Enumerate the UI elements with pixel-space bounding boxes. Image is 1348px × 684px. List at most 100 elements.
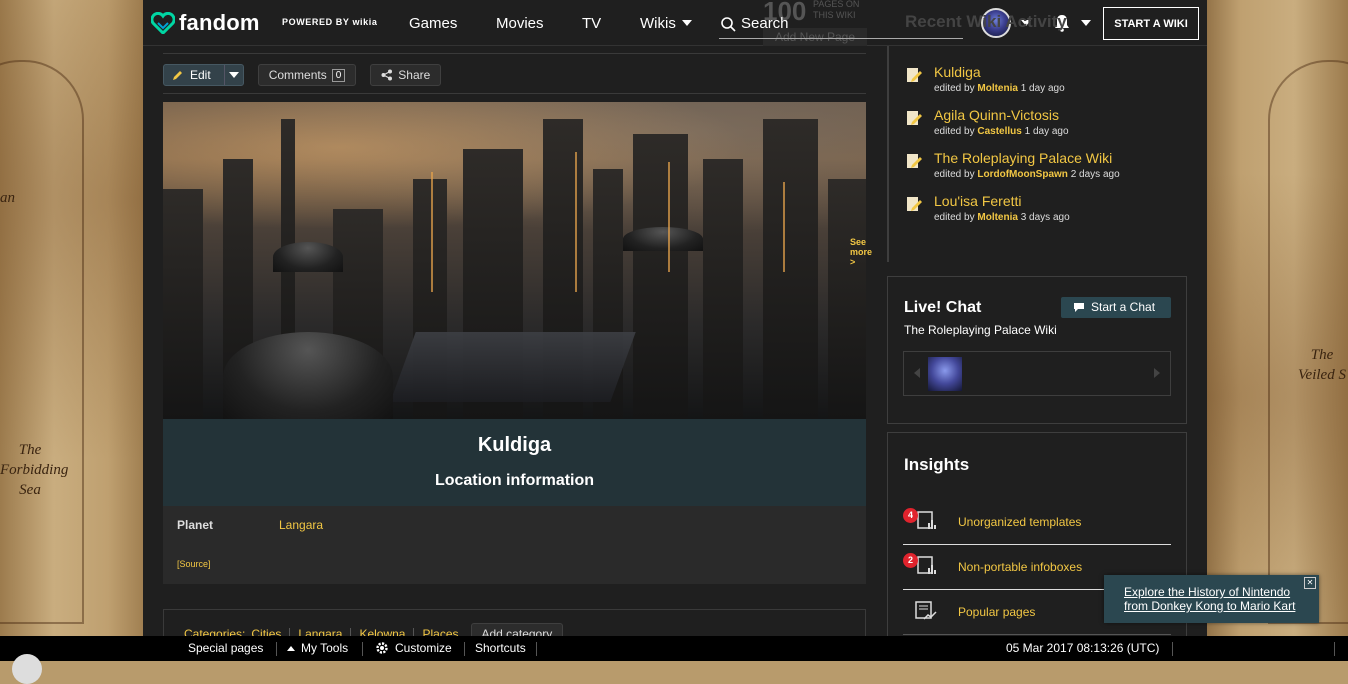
search-icon [721, 17, 736, 32]
customize-link[interactable]: Customize [375, 641, 452, 655]
building [703, 159, 743, 419]
close-icon[interactable]: ✕ [1304, 577, 1316, 589]
activity-user-link[interactable]: Moltenia [977, 83, 1018, 94]
light [668, 162, 670, 272]
share-icon [381, 69, 393, 81]
comments-count: 0 [331, 68, 346, 82]
infobox-planet-label: Planet [177, 518, 214, 532]
activity-time: 1 day ago [1024, 126, 1069, 137]
edit-page-icon [907, 154, 922, 168]
fandom-logo[interactable]: fandom [151, 10, 260, 36]
page-action-bar: Edit Comments 0 Share [163, 64, 442, 86]
pencil-icon [173, 71, 182, 80]
edit-dropdown-button[interactable] [223, 65, 243, 85]
chat-wiki-name: The Roleplaying Palace Wiki [904, 323, 1057, 337]
building [633, 134, 688, 419]
insights-badge: 4 [903, 508, 918, 523]
chevron-up-icon [287, 645, 295, 651]
toolbar-timestamp: 05 Mar 2017 08:13:26 (UTC) [1006, 641, 1159, 655]
activity-prefix: edited by [934, 83, 975, 94]
chevron-left-icon[interactable] [914, 368, 920, 378]
building [828, 179, 866, 419]
divider [276, 642, 277, 656]
edit-page-icon [907, 111, 922, 125]
divider [536, 642, 537, 656]
comments-label: Comments [268, 68, 327, 82]
special-pages-label: Special pages [188, 641, 264, 655]
insights-label: Popular pages [958, 605, 1036, 619]
start-chat-button[interactable]: Start a Chat [1061, 297, 1171, 318]
share-button[interactable]: Share [370, 64, 442, 86]
dome [223, 332, 393, 419]
activity-page-link[interactable]: Agila Quinn-Victosis [934, 107, 1059, 123]
building [163, 189, 203, 419]
timestamp-label: 05 Mar 2017 08:13:26 (UTC) [1006, 641, 1160, 655]
infobox-subtitle: Location information [163, 461, 866, 506]
light [783, 182, 785, 272]
activity-time: 1 day ago [1020, 83, 1065, 94]
divider [163, 53, 866, 54]
divider [362, 642, 363, 656]
infobox-source-link[interactable]: [Source] [177, 559, 211, 569]
edit-button[interactable]: Edit [163, 64, 244, 86]
nav-wikis[interactable]: Wikis [640, 15, 692, 32]
wikia-toolbar: Special pages My Tools Customize Shortcu… [0, 636, 1348, 684]
insights-label: Non-portable infoboxes [958, 560, 1083, 574]
promo-notification: Explore the History of Nintendo from Don… [1104, 575, 1319, 623]
infobox-planet-link[interactable]: Langara [279, 518, 323, 532]
edit-page-icon [907, 68, 922, 82]
nav-tv[interactable]: TV [582, 15, 601, 32]
activity-page-link[interactable]: Lou'isa Feretti [934, 193, 1022, 209]
special-pages-link[interactable]: Special pages [188, 641, 263, 655]
edit-button-content: Edit [164, 65, 219, 85]
nav-games[interactable]: Games [409, 15, 457, 32]
activity-user-link[interactable]: Castellus [977, 126, 1021, 137]
activity-prefix: edited by [934, 212, 975, 223]
activity-page-link[interactable]: The Roleplaying Palace Wiki [934, 150, 1112, 166]
see-more-link[interactable]: See more > [850, 237, 872, 267]
activity-user-link[interactable]: Moltenia [977, 212, 1018, 223]
activity-user-link[interactable]: LordofMoonSpawn [977, 169, 1068, 180]
promo-link[interactable]: Explore the History of Nintendo from Don… [1124, 585, 1309, 613]
insights-item[interactable]: 4 Unorganized templates [903, 501, 1171, 545]
insights-label: Unorganized templates [958, 515, 1082, 529]
hero-image[interactable] [163, 102, 866, 419]
my-tools-label: My Tools [301, 641, 349, 655]
divider [464, 642, 465, 656]
dome [273, 242, 343, 272]
categories-bar: Categories: Cities Langara Kelowna Place… [163, 609, 866, 645]
nav-movies[interactable]: Movies [496, 15, 544, 32]
chat-users-carousel [903, 351, 1171, 396]
comments-button[interactable]: Comments 0 [257, 64, 357, 86]
map-label: The Veiled S [1298, 347, 1346, 383]
activity-page-link[interactable]: Kuldiga [934, 64, 981, 80]
start-chat-label: Start a Chat [1091, 300, 1156, 314]
chevron-down-icon [681, 20, 692, 26]
divider [163, 93, 866, 94]
activity-meta: edited by Moltenia 1 day ago [934, 83, 1065, 94]
activity-meta: edited by Moltenia 3 days ago [934, 212, 1070, 223]
chart-list-icon [917, 556, 936, 574]
chat-user-avatar[interactable] [928, 357, 962, 391]
chevron-down-icon[interactable] [1081, 20, 1091, 26]
light [431, 172, 433, 292]
my-tools-menu[interactable]: My Tools [287, 641, 348, 655]
shortcuts-link[interactable]: Shortcuts [475, 641, 526, 655]
gear-icon [376, 642, 388, 654]
activity-prefix: edited by [934, 169, 975, 180]
map-label: an [0, 190, 15, 206]
nav-wikis-label: Wikis [640, 15, 676, 32]
activity-meta: edited by LordofMoonSpawn 2 days ago [934, 169, 1120, 180]
activity-time: 3 days ago [1020, 212, 1070, 223]
edit-label: Edit [190, 68, 211, 82]
building [763, 119, 818, 419]
map-label: The Forbidding Sea [0, 442, 69, 498]
shortcuts-label: Shortcuts [475, 641, 526, 655]
chat-module: Live! Chat The Roleplaying Palace Wiki S… [887, 276, 1187, 424]
insights-title: Insights [904, 455, 970, 474]
start-a-wiki-button[interactable]: START A WIKI [1103, 7, 1199, 40]
speech-bubble-icon [1074, 303, 1084, 312]
activity-meta: edited by Castellus 1 day ago [934, 126, 1069, 137]
chevron-right-icon[interactable] [1154, 368, 1160, 378]
hero-water [390, 332, 636, 402]
